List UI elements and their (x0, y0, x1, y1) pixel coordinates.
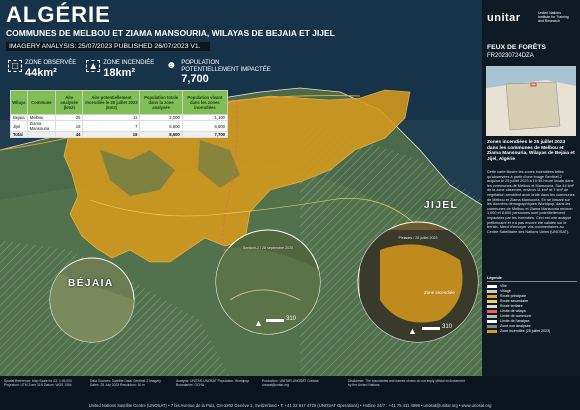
main-map: ALGÉRIE COMMUNES DE MELBOU ET ZIAMA MANS… (0, 0, 482, 376)
commune-table: Wilaya Commune Aire analysée (km2) Aire … (10, 90, 229, 138)
sidebar: unitar United Nations Institute for Trai… (482, 0, 580, 376)
inset-after-caption: Pleiades / 25 juillet 2023 (398, 236, 438, 240)
inset-before-caption: Sentinel-2 / 28 septembre 2020 (242, 246, 294, 250)
label-jijel: JIJEL (424, 200, 459, 211)
footer-disclaimer: Disclaimer: The boundaries and names sho… (348, 379, 465, 388)
north-arrow-icon: ▲ (408, 326, 417, 336)
summary-text: Cette carte illustre les zones incendiée… (487, 170, 575, 234)
unitar-logo: unitar (487, 12, 521, 24)
location-map (486, 66, 576, 136)
title-block: ALGÉRIE COMMUNES DE MELBOU ET ZIAMA MANS… (6, 4, 335, 51)
north-arrow-icon: ▲ (254, 318, 263, 328)
burned-zone-label: Zone incendiée (424, 290, 455, 295)
table-header: Wilaya Commune Aire analysée (km2) Aire … (10, 90, 229, 115)
footer-contact-line: United Nations Satellite Centre (UNOSAT)… (88, 403, 492, 408)
legend: Légende Ville Village Route principale R… (487, 276, 577, 334)
stat-observed: □ ZONE OBSERVÉE 44km² (8, 60, 76, 85)
footer-spatial-ref: Spatial Reference: Map Scale for A3: 1:4… (4, 379, 72, 388)
product-title: FEUX DE FORÊTS (487, 44, 546, 51)
people-icon: ☻ (166, 60, 177, 71)
scale-bar-left: 310 (266, 316, 296, 322)
product-code: FR20230724DZA (487, 53, 534, 59)
map-canvas (0, 0, 482, 376)
footer-data-sources: Data Sources: Satellite Data: Sentinel-2… (90, 379, 161, 388)
stat-population: ☻ POPULATION POTENTIELLEMENT IMPACTÉE 7,… (166, 60, 271, 85)
analysis-date: IMAGERY ANALYSIS: 25/07/2023 PUBLISHED 2… (6, 42, 210, 51)
map-product: ALGÉRIE COMMUNES DE MELBOU ET ZIAMA MANS… (0, 0, 580, 410)
footer: Spatial Reference: Map Scale for A3: 1:4… (0, 376, 580, 410)
footer-analysis: Analysis: UNITAR-UNOSAT Population: Worl… (176, 379, 250, 388)
table-total-row: Total 44 18 8,600 7,700 (10, 131, 229, 138)
scale-bar-right: 310 (422, 324, 452, 330)
fire-icon: ▲ (86, 60, 101, 72)
legend-title: Légende (487, 276, 577, 282)
legend-item: Zone incendiée (25 juillet 2023) (487, 329, 577, 334)
summary-heading: Zones incendiées le 25 juillet 2023 dans… (487, 140, 575, 162)
label-bejaia: BÉJAIA (68, 278, 114, 289)
area-icon: □ (8, 60, 22, 72)
stat-burned: ▲ ZONE INCENDIÉE 18km² (86, 60, 154, 85)
footer-production: Production: UNITAR-UNOSAT Contact: unosa… (262, 379, 320, 388)
country-title: ALGÉRIE (6, 2, 111, 27)
map-subtitle: COMMUNES DE MELBOU ET ZIAMA MANSOURIA, W… (6, 28, 335, 38)
table-row: Jijel Ziama Mansouria 19 7 6,600 6,600 (10, 120, 229, 132)
unitar-subtitle: United Nations Institute for Training an… (538, 11, 569, 23)
stats-bar: □ ZONE OBSERVÉE 44km² ▲ ZONE INCENDIÉE 1… (8, 60, 277, 85)
